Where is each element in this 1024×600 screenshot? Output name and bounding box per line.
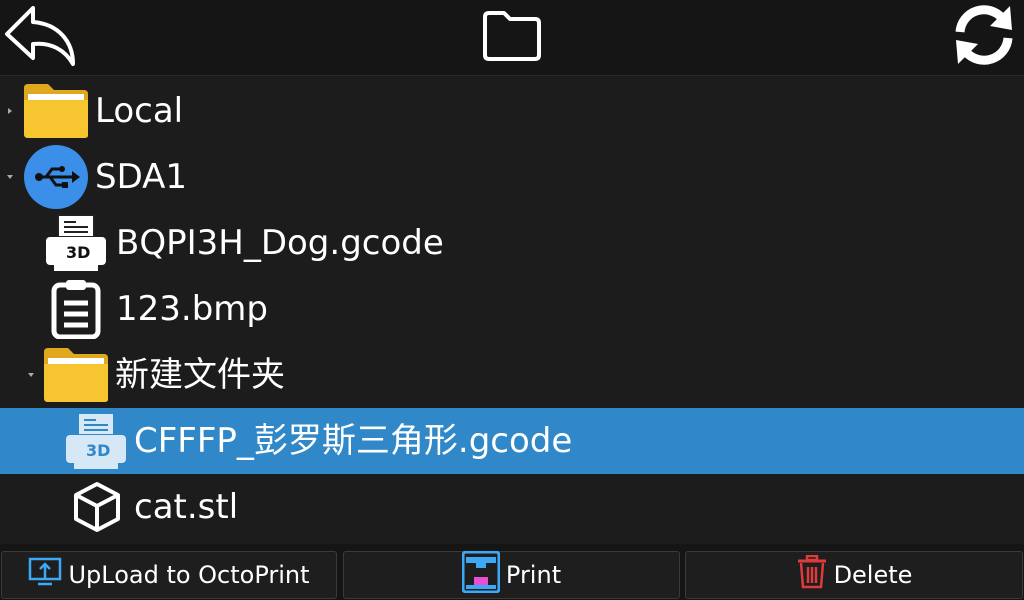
tree-item-local[interactable]: Local [0, 78, 1024, 144]
collapse-arrow-icon[interactable] [27, 371, 35, 379]
tree-item-cfffp-gcode[interactable]: 3D CFFFP_彭罗斯三角形.gcode [0, 408, 1024, 474]
tree-item-label: Local [95, 91, 184, 131]
usb-drive-icon [24, 145, 88, 209]
tree-item-new-folder[interactable]: 新建文件夹 [0, 342, 1024, 408]
tree-item-bqpi3h-dog-gcode[interactable]: 3D BQPI3H_Dog.gcode [0, 210, 1024, 276]
top-toolbar [0, 0, 1024, 74]
gcode-3d-file-icon: 3D [44, 213, 108, 273]
tree-item-label: 123.bmp [116, 289, 268, 329]
collapse-arrow-icon[interactable] [6, 173, 14, 181]
back-arrow-icon [3, 2, 77, 72]
tree-item-sda1[interactable]: SDA1 [0, 144, 1024, 210]
back-button[interactable] [0, 0, 80, 74]
trash-icon [796, 554, 828, 595]
upload-monitor-icon [28, 557, 62, 593]
cube-icon [72, 481, 122, 533]
folder-icon [42, 346, 110, 404]
print-label: Print [505, 561, 562, 589]
delete-label: Delete [833, 561, 913, 589]
printer-icon [461, 550, 501, 599]
tree-item-label: CFFFP_彭罗斯三角形.gcode [134, 421, 573, 461]
refresh-button[interactable] [944, 0, 1024, 74]
print-button[interactable]: Print [343, 550, 680, 599]
folder-outline-icon [480, 7, 544, 67]
expand-arrow-icon[interactable] [6, 107, 14, 115]
tree-item-label: 新建文件夹 [115, 355, 285, 395]
file-tree: Local SDA1 3D BQPI3H_Dog.gcode 123.bmp 新… [0, 75, 1024, 544]
tree-item-label: SDA1 [95, 157, 188, 197]
svg-text:3D: 3D [86, 441, 110, 460]
upload-to-octoprint-button[interactable]: UpLoad to OctoPrint [1, 551, 337, 599]
delete-button[interactable]: Delete [685, 551, 1023, 599]
tree-item-label: cat.stl [134, 487, 239, 527]
folder-button[interactable] [472, 0, 552, 74]
action-bar: UpLoad to OctoPrint Print Delete [0, 549, 1024, 600]
svg-text:3D: 3D [66, 243, 90, 262]
upload-label: UpLoad to OctoPrint [68, 561, 310, 589]
tree-item-label: BQPI3H_Dog.gcode [116, 223, 444, 263]
gcode-3d-file-icon: 3D [64, 411, 128, 471]
tree-item-cat-stl[interactable]: cat.stl [0, 474, 1024, 540]
refresh-icon [950, 2, 1018, 72]
document-icon [50, 279, 102, 339]
folder-icon [22, 82, 90, 140]
tree-item-123-bmp[interactable]: 123.bmp [0, 276, 1024, 342]
